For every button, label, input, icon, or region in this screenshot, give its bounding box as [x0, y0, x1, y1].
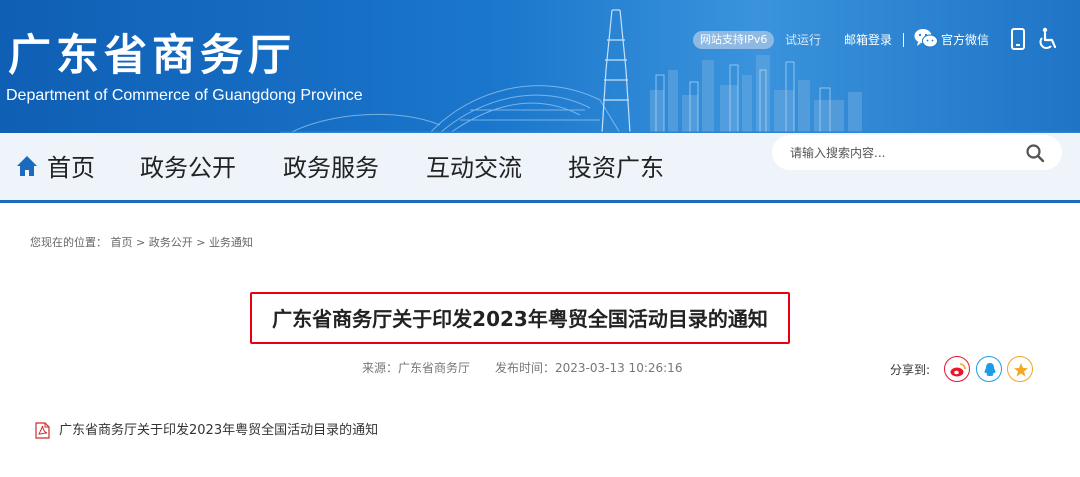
- wechat-icon[interactable]: [914, 28, 938, 50]
- search-icon[interactable]: [1025, 143, 1045, 163]
- breadcrumb-business-notices[interactable]: 业务通知: [209, 236, 253, 249]
- qq-icon: [984, 363, 996, 376]
- article-title: 广东省商务厅关于印发2023年粤贸全国活动目录的通知: [272, 307, 768, 331]
- share-favorite-button[interactable]: [1007, 356, 1033, 382]
- ipv6-badge: 网站支持IPv6: [693, 31, 775, 49]
- mobile-phone-icon[interactable]: [1010, 28, 1026, 50]
- site-title: 广东省商务厅: [8, 31, 296, 81]
- mail-login-link[interactable]: 邮箱登录: [844, 31, 892, 49]
- article-source: 来源：广东省商务厅: [362, 361, 471, 375]
- breadcrumb-home[interactable]: 首页: [111, 236, 133, 249]
- breadcrumb-government-affairs[interactable]: 政务公开: [149, 236, 193, 249]
- article-title-highlight-box: 广东省商务厅关于印发2023年粤贸全国活动目录的通知: [250, 292, 790, 344]
- search-input[interactable]: [790, 143, 1010, 163]
- share-weibo-button[interactable]: [944, 356, 970, 382]
- topbar-divider: [903, 33, 904, 47]
- nav-item-government-services[interactable]: 政务服务: [283, 153, 379, 183]
- share-qq-button[interactable]: [976, 356, 1002, 382]
- ipv6-trial-note: 试运行: [785, 33, 822, 47]
- official-wechat-link[interactable]: 官方微信: [941, 31, 989, 49]
- home-icon[interactable]: [16, 155, 38, 177]
- attachment-link[interactable]: 广东省商务厅关于印发2023年粤贸全国活动目录的通知: [59, 422, 378, 439]
- nav-item-government-affairs[interactable]: 政务公开: [140, 153, 236, 183]
- pdf-icon: [35, 422, 50, 439]
- weibo-icon: [950, 363, 966, 377]
- breadcrumb-separator: >: [136, 236, 146, 249]
- accessibility-icon[interactable]: [1036, 27, 1060, 51]
- share-label: 分享到:: [890, 363, 931, 377]
- site-banner: 广东省商务厅 Department of Commerce of Guangdo…: [0, 0, 1080, 133]
- star-icon: [1014, 363, 1028, 377]
- search-box: [772, 135, 1062, 170]
- nav-item-invest-guangdong[interactable]: 投资广东: [568, 153, 664, 183]
- site-subtitle: Department of Commerce of Guangdong Prov…: [6, 87, 363, 104]
- nav-item-home[interactable]: 首页: [47, 153, 95, 183]
- breadcrumb: 您现在的位置： 首页 > 政务公开 > 业务通知: [30, 235, 253, 251]
- nav-item-interaction[interactable]: 互动交流: [426, 153, 522, 183]
- breadcrumb-prefix: 您现在的位置：: [30, 236, 107, 249]
- article-publish-time: 发布时间：2023-03-13 10:26:16: [495, 361, 683, 375]
- breadcrumb-separator: >: [196, 236, 206, 249]
